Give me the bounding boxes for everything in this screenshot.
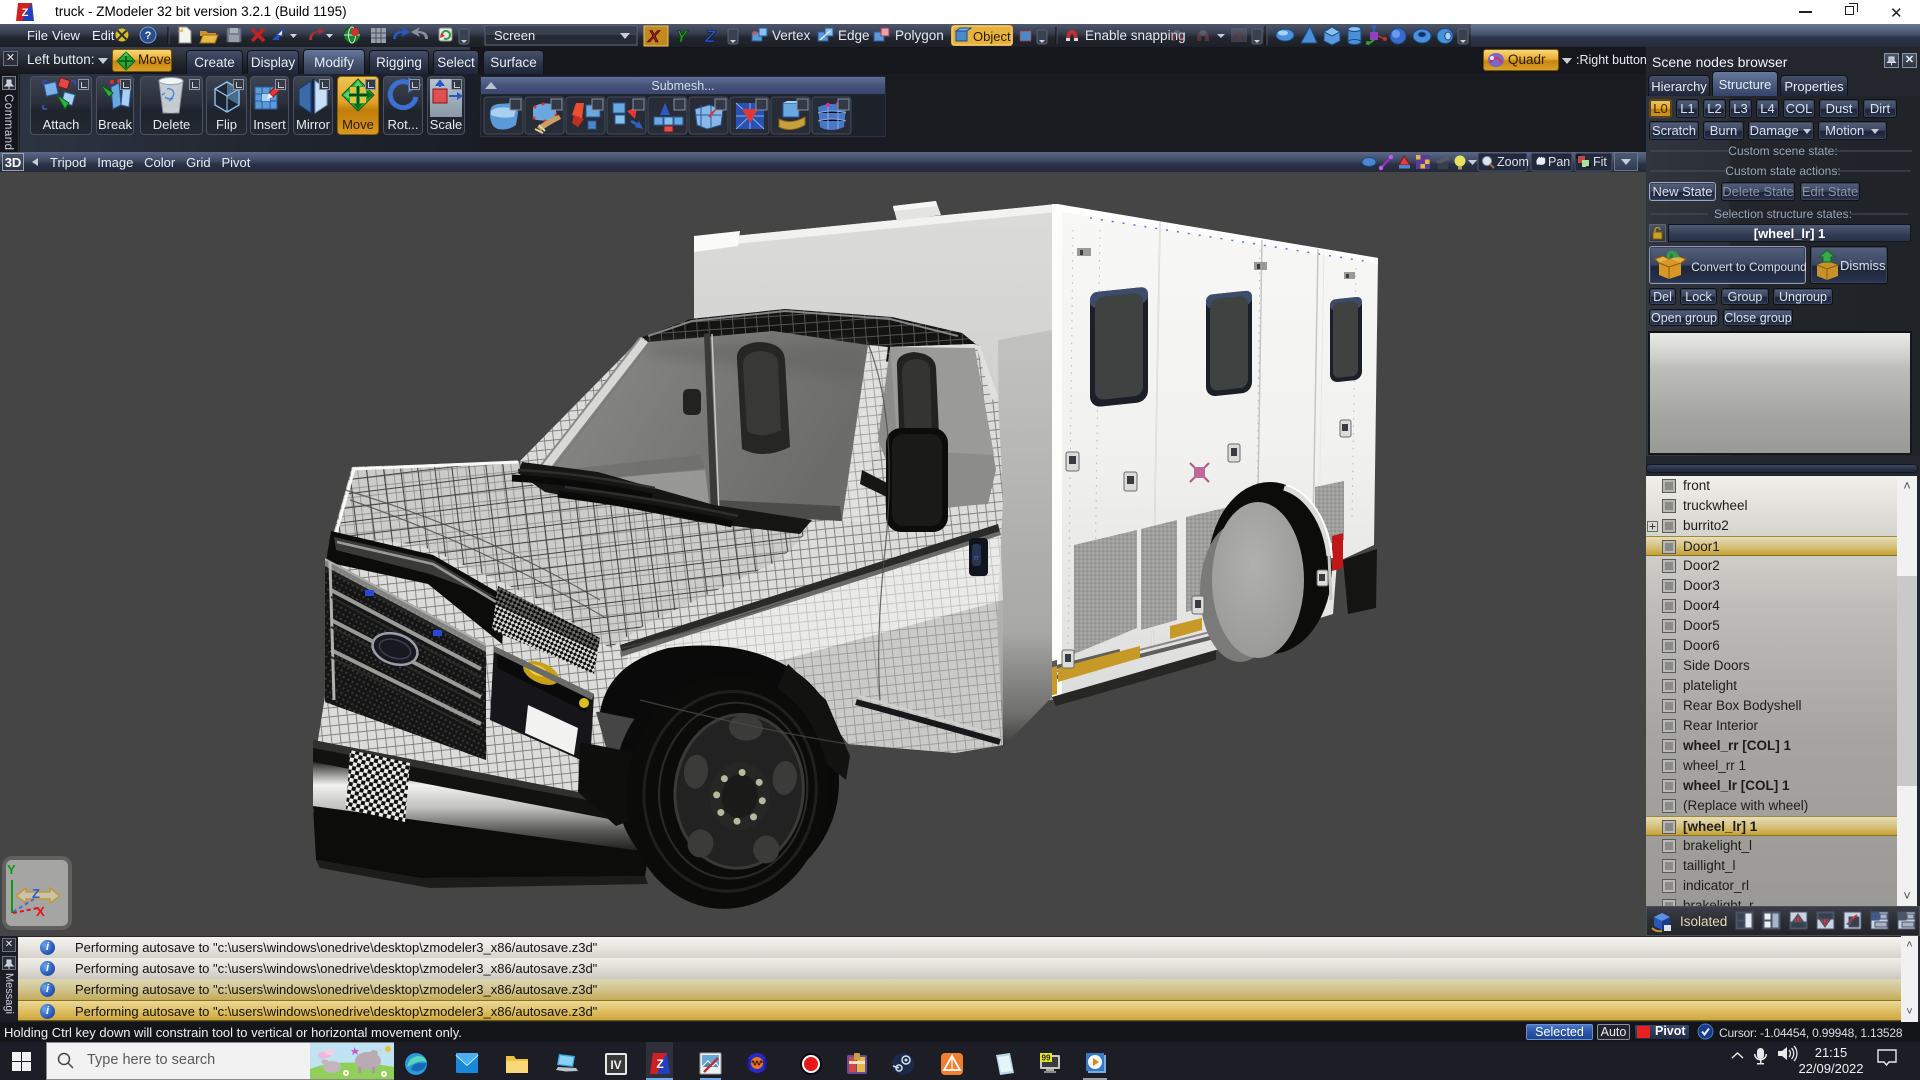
svg-text:Polygon: Polygon — [895, 28, 944, 43]
svg-text:21:15: 21:15 — [1815, 1045, 1848, 1060]
svg-text:IV: IV — [610, 1058, 621, 1072]
svg-text:Enable snapping: Enable snapping — [1085, 28, 1186, 43]
svg-text:Pan: Pan — [1548, 155, 1570, 169]
svg-text:X: X — [647, 27, 661, 46]
svg-text:Fit: Fit — [1593, 155, 1607, 169]
svg-text:Screen: Screen — [494, 28, 535, 43]
svg-text:rr: rr — [974, 555, 979, 562]
svg-text:+: + — [1873, 912, 1878, 921]
svg-text:Y: Y — [7, 862, 16, 877]
svg-text:Z: Z — [656, 1057, 663, 1071]
svg-text:Y: Y — [676, 27, 689, 46]
svg-text:Z: Z — [704, 27, 716, 46]
svg-text:Vertex: Vertex — [772, 28, 811, 43]
svg-text:Zoom: Zoom — [1497, 155, 1529, 169]
svg-text:99: 99 — [1042, 1054, 1051, 1063]
svg-text:22/09/2022: 22/09/2022 — [1798, 1061, 1863, 1076]
svg-text:X: X — [36, 904, 45, 919]
svg-text:?: ? — [145, 30, 152, 42]
svg-text:Edge: Edge — [838, 28, 870, 43]
svg-text:Z: Z — [22, 7, 29, 19]
svg-text:Object: Object — [973, 29, 1011, 44]
svg-text:Isolated: Isolated — [1680, 914, 1727, 929]
